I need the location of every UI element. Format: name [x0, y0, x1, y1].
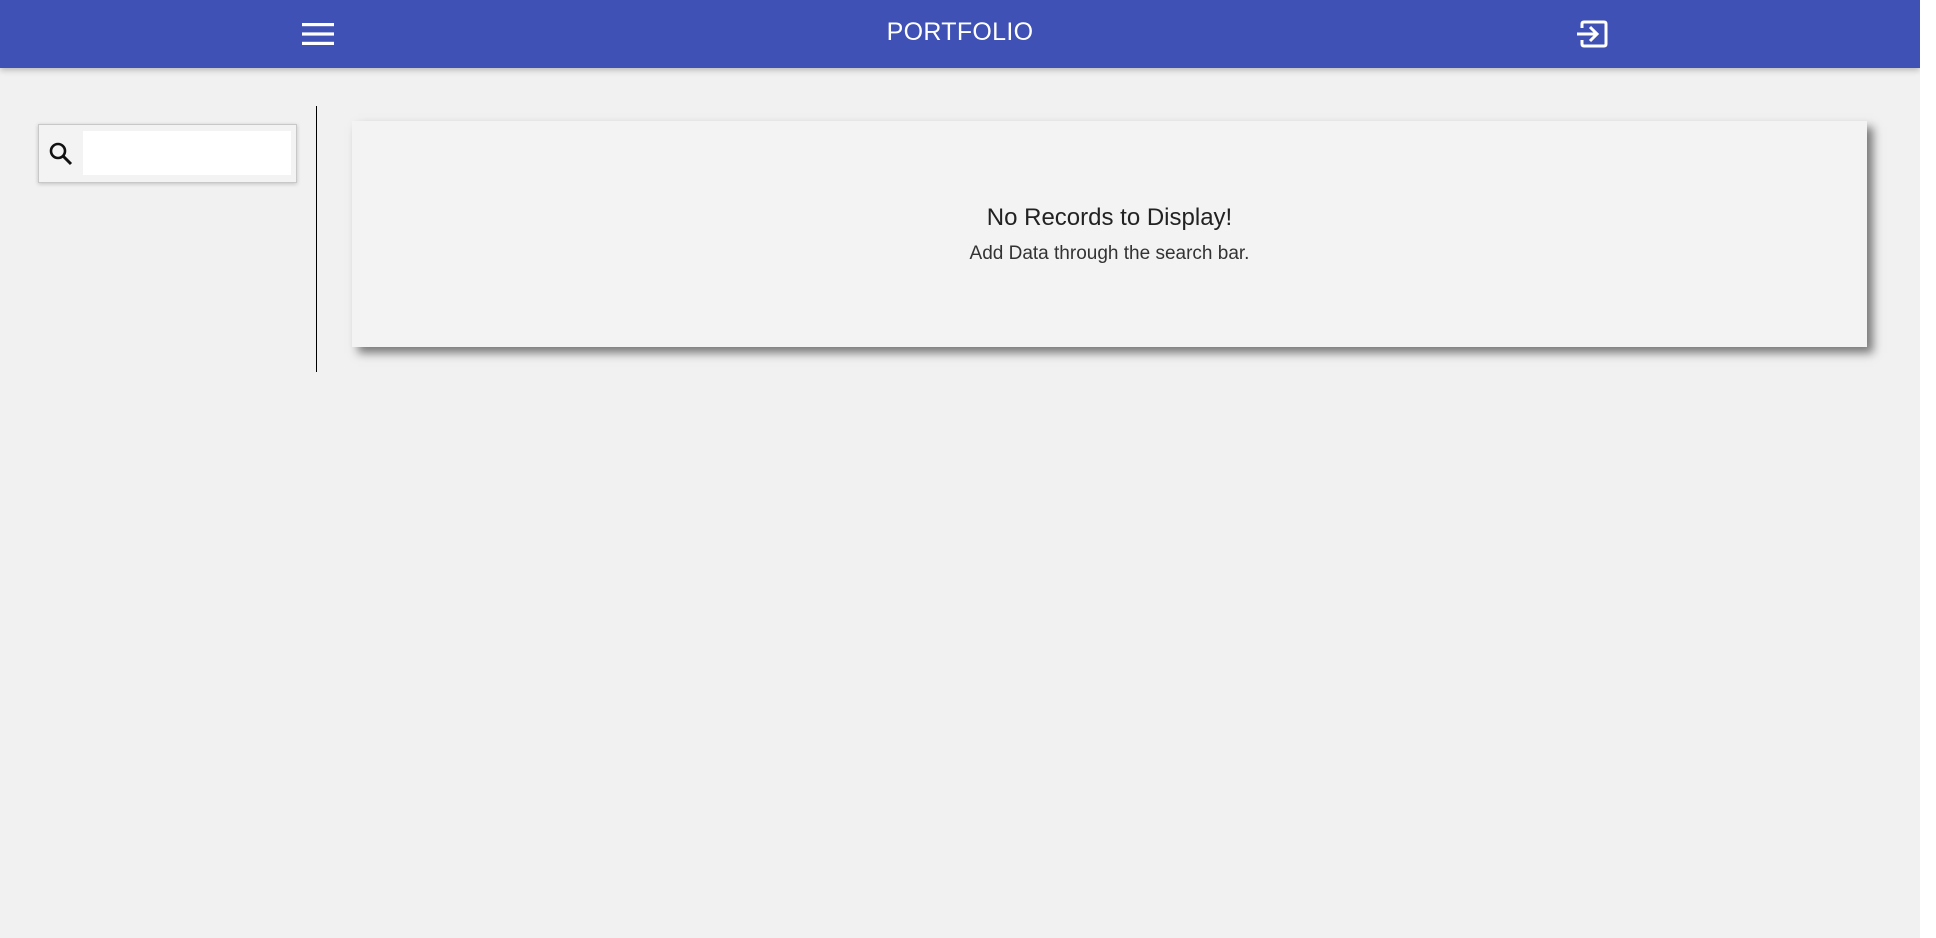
empty-state-subtext: Add Data through the search bar. [969, 243, 1250, 264]
search-icon[interactable] [47, 140, 75, 168]
empty-state-heading: No Records to Display! [986, 204, 1233, 231]
sidebar-divider [316, 106, 317, 372]
search-box [38, 124, 297, 183]
search-input[interactable] [83, 131, 291, 175]
empty-state-card: No Records to Display! Add Data through … [352, 121, 1867, 347]
scrollbar-track[interactable] [1920, 0, 1936, 938]
hamburger-menu-icon [302, 23, 334, 45]
logout-icon [1577, 20, 1608, 48]
logout-button[interactable] [1570, 12, 1614, 56]
app-title: PORTFOLIO [886, 18, 1034, 46]
menu-button[interactable] [296, 12, 340, 56]
page-viewport: PORTFOLIO No Records to Display! Add Dat… [0, 0, 1920, 938]
app-bar: PORTFOLIO [0, 0, 1920, 68]
